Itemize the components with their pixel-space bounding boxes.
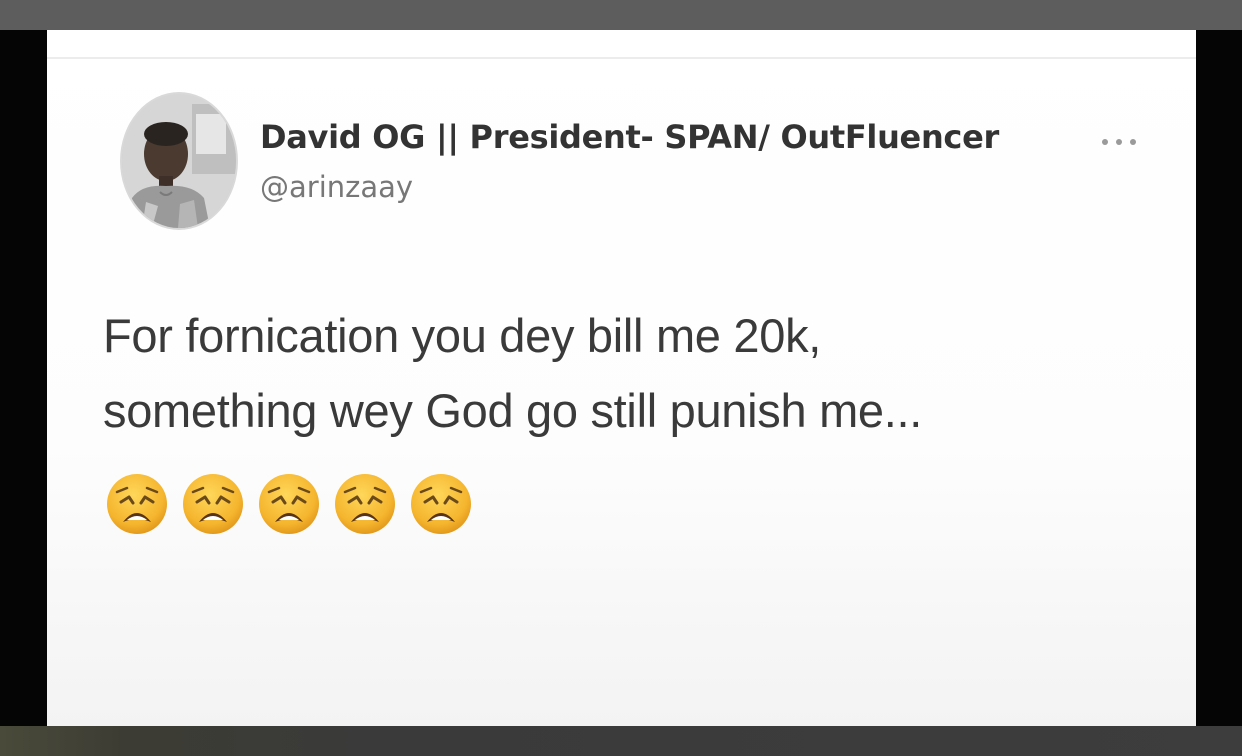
divider — [47, 57, 1196, 59]
tweet-text-line: something wey God go still punish me... — [103, 384, 923, 437]
avatar-photo — [122, 94, 236, 228]
weary-face-icon — [411, 474, 471, 534]
screenshot-frame-bottom — [0, 726, 1242, 756]
screenshot-frame-right — [1196, 30, 1242, 726]
emoji-row — [105, 472, 473, 536]
screenshot-frame-left — [0, 30, 47, 726]
weary-face-icon — [183, 474, 243, 534]
author-display-name[interactable]: David OG || President- SPAN/ OutFluencer — [260, 118, 999, 156]
tweet-card: David OG || President- SPAN/ OutFluencer… — [47, 30, 1196, 726]
tweet-text-line: For fornication you dey bill me 20k, — [103, 309, 822, 362]
avatar[interactable] — [120, 92, 238, 230]
weary-face-icon — [259, 474, 319, 534]
weary-face-icon — [335, 474, 395, 534]
tweet-text: For fornication you dey bill me 20k, som… — [103, 298, 1173, 448]
author-handle[interactable]: @arinzaay — [260, 170, 413, 204]
screenshot-frame-top — [0, 0, 1242, 30]
weary-face-icon — [107, 474, 167, 534]
more-horizontal-icon[interactable] — [1097, 134, 1141, 150]
